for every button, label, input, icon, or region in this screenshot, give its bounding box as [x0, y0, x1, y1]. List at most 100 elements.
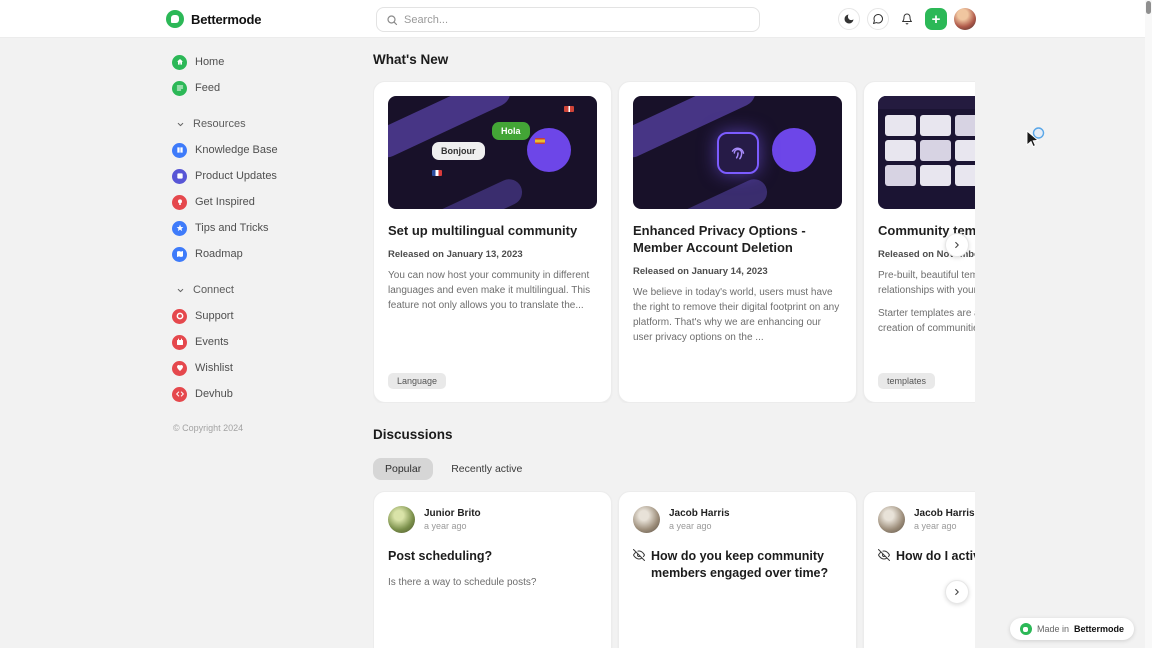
brand-home-link[interactable]: Bettermode: [166, 0, 261, 38]
sidebar-item-label: Devhub: [195, 388, 233, 400]
whats-new-track: Hola Bonjour Set up multilingual communi…: [373, 81, 975, 403]
card-tag[interactable]: templates: [878, 373, 936, 389]
badge-prefix: Made in: [1036, 624, 1069, 634]
chevron-right-icon: [955, 588, 959, 596]
discussion-card-messaging[interactable]: Jacob Harris a year ago How do I activat…: [863, 491, 975, 648]
sidebar-item-label: Knowledge Base: [195, 144, 278, 156]
post-body: Is there a way to schedule posts?: [388, 576, 537, 588]
sidebar-item-get-inspired[interactable]: Get Inspired: [172, 189, 367, 215]
sidebar-item-devhub[interactable]: Devhub: [172, 381, 367, 407]
post-timestamp: a year ago: [914, 521, 957, 531]
discussions-tabs: Popular Recently active: [373, 458, 975, 480]
create-post-button[interactable]: +: [925, 8, 947, 30]
whats-new-card-privacy[interactable]: Enhanced Privacy Options - Member Accoun…: [618, 81, 857, 403]
chat-icon: [873, 13, 884, 24]
sidebar-section-connect[interactable]: Connect: [172, 277, 367, 303]
scrollbar-thumb[interactable]: [1146, 1, 1151, 14]
sidebar-section-resources[interactable]: Resources: [172, 111, 367, 137]
chevron-down-icon: [177, 288, 184, 292]
mouse-cursor: [1026, 127, 1045, 148]
discussions-heading: Discussions: [373, 427, 453, 442]
author-name[interactable]: Junior Brito: [424, 508, 481, 519]
sidebar-item-label: Product Updates: [195, 170, 277, 182]
template-tiles: [885, 115, 975, 186]
code-icon: [172, 386, 187, 402]
moon-icon: [844, 14, 854, 24]
made-in-bettermode-badge[interactable]: Made in Bettermode: [1009, 618, 1134, 640]
sidebar-item-label: Support: [195, 310, 234, 322]
heart-icon: [172, 360, 187, 376]
decor-blob: [772, 128, 816, 172]
whats-new-next-button[interactable]: [945, 233, 969, 257]
user-avatar[interactable]: [954, 8, 976, 30]
author-name[interactable]: Jacob Harris: [669, 508, 730, 519]
sidebar-item-events[interactable]: Events: [172, 329, 367, 355]
page-scrollbar[interactable]: [1145, 0, 1152, 648]
search-input[interactable]: [404, 13, 750, 26]
post-header: Jacob Harris a year ago: [633, 506, 842, 533]
whats-new-card-multilingual[interactable]: Hola Bonjour Set up multilingual communi…: [373, 81, 612, 403]
post-title[interactable]: Post scheduling?: [388, 548, 597, 565]
tab-popular[interactable]: Popular: [373, 458, 434, 480]
lightbulb-icon: [172, 194, 187, 210]
card-release-date: Released on January 13, 2023: [388, 248, 523, 260]
card-excerpt: You can now host your community in diffe…: [388, 269, 591, 311]
discussions-next-button[interactable]: [945, 580, 969, 604]
home-icon: [172, 54, 187, 70]
card-cover-image: Hola Bonjour: [388, 96, 597, 209]
eye-off-icon: [878, 549, 890, 566]
post-title[interactable]: How do you keep community members engage…: [633, 548, 842, 582]
author-avatar[interactable]: [388, 506, 415, 533]
post-title-text: How do you keep community members engage…: [651, 549, 829, 580]
decor-blob: [527, 128, 571, 172]
post-header: Jacob Harris a year ago: [878, 506, 975, 533]
discussion-card-post-scheduling[interactable]: Junior Brito a year ago Post scheduling?…: [373, 491, 612, 648]
card-title: Set up multilingual community: [388, 223, 578, 238]
notifications-button[interactable]: [896, 8, 918, 30]
card-title: Enhanced Privacy Options - Member Accoun…: [633, 223, 806, 255]
feed-icon: [172, 80, 187, 96]
star-icon: [172, 220, 187, 236]
post-timestamp: a year ago: [669, 521, 712, 531]
sidebar-item-roadmap[interactable]: Roadmap: [172, 241, 367, 267]
chevron-down-icon: [177, 122, 184, 126]
decor-blob: [660, 174, 772, 209]
discussions-carousel: Junior Brito a year ago Post scheduling?…: [373, 491, 975, 648]
discussion-card-engagement[interactable]: Jacob Harris a year ago How do you keep …: [618, 491, 857, 648]
speech-bubble: Hola: [492, 122, 530, 140]
author-avatar[interactable]: [878, 506, 905, 533]
flag-icon: [535, 138, 545, 144]
sidebar-item-product-updates[interactable]: Product Updates: [172, 163, 367, 189]
sidebar-item-knowledge-base[interactable]: Knowledge Base: [172, 137, 367, 163]
sidebar-item-label: Tips and Tricks: [195, 222, 269, 234]
search-bar[interactable]: [376, 7, 760, 32]
sidebar-item-support[interactable]: Support: [172, 303, 367, 329]
bell-icon: [902, 13, 912, 25]
sidebar-section-label: Connect: [193, 284, 234, 296]
calendar-icon: [172, 334, 187, 350]
dark-mode-button[interactable]: [838, 8, 860, 30]
card-tag[interactable]: Language: [388, 373, 447, 389]
sidebar-section-label: Resources: [193, 118, 246, 130]
sidebar-item-feed[interactable]: Feed: [172, 75, 367, 101]
header-actions: +: [838, 8, 976, 30]
discussions-track: Junior Brito a year ago Post scheduling?…: [373, 491, 975, 648]
author-name[interactable]: Jacob Harris: [914, 508, 975, 519]
book-icon: [172, 142, 187, 158]
sidebar-item-home[interactable]: Home: [172, 49, 367, 75]
search-icon: [387, 14, 398, 25]
bettermode-badge-icon: [1019, 623, 1032, 635]
sidebar-item-label: Events: [195, 336, 229, 348]
bettermode-logo-icon: [166, 10, 184, 28]
card-release-date: Released on January 14, 2023: [633, 265, 768, 277]
messages-button[interactable]: [867, 8, 889, 30]
decor-blob: [415, 174, 527, 209]
post-title[interactable]: How do I activate messaging?: [878, 548, 975, 566]
sidebar-item-wishlist[interactable]: Wishlist: [172, 355, 367, 381]
author-avatar[interactable]: [633, 506, 660, 533]
chevron-right-icon: [955, 241, 959, 249]
fingerprint-icon: [716, 131, 759, 174]
sidebar-item-tips-and-tricks[interactable]: Tips and Tricks: [172, 215, 367, 241]
tab-recently-active[interactable]: Recently active: [451, 458, 522, 480]
sidebar-item-label: Get Inspired: [195, 196, 255, 208]
